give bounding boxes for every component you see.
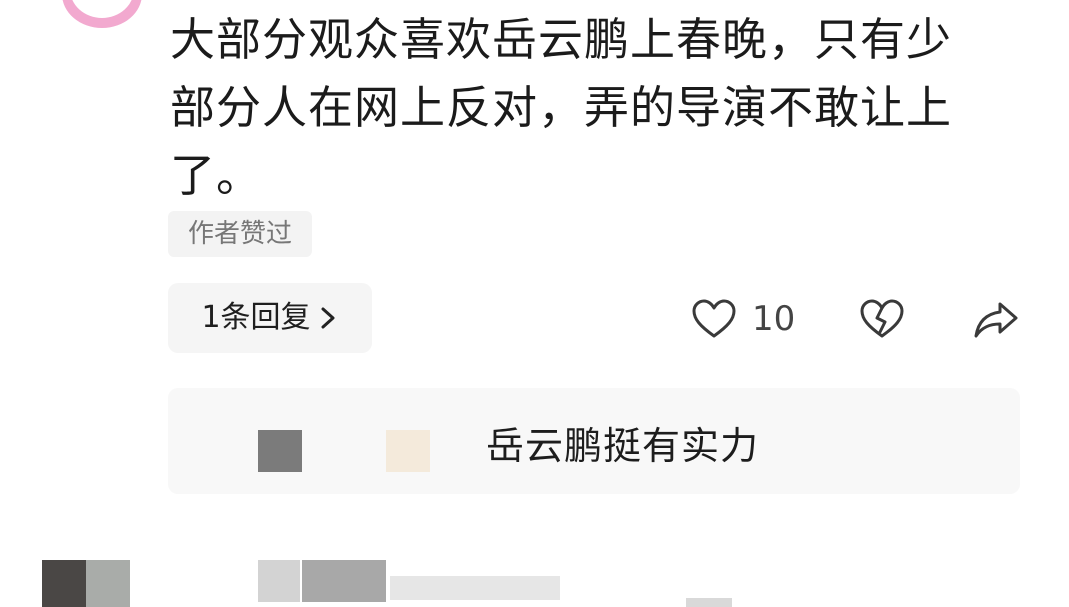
view-replies-button[interactable]: 1条回复 [168,283,372,353]
blurred-avatar-next-2 [86,560,130,607]
blurred-name [386,430,430,472]
reply-preview-text: 岳云鹏挺有实力 [486,424,760,468]
heart-icon[interactable] [690,296,738,342]
avatar-image [70,0,134,18]
blurred-username-next-2 [302,560,386,602]
comment-text: 大部分观众喜欢岳云鹏上春晚，只有少部分人在网上反对，弄的导演不敢让上了。 [170,13,953,202]
blurred-username-next [258,560,300,602]
avatar[interactable] [62,0,142,28]
blurred-avatar [258,430,302,472]
share-icon[interactable] [972,296,1020,342]
comment-screen: 大部分观众喜欢岳云鹏上春晚，只有少部分人在网上反对，弄的导演不敢让上了。 作者赞… [0,0,1069,607]
replies-label: 1条回复 [201,300,311,335]
broken-heart-icon[interactable] [858,296,906,342]
chevron-right-icon [321,307,335,329]
author-liked-badge: 作者赞过 [168,211,312,257]
blurred-avatar-next [42,560,86,607]
blurred-meta-next [390,576,560,600]
like-count: 10 [752,299,796,339]
blurred-meta-next-2 [686,598,732,607]
